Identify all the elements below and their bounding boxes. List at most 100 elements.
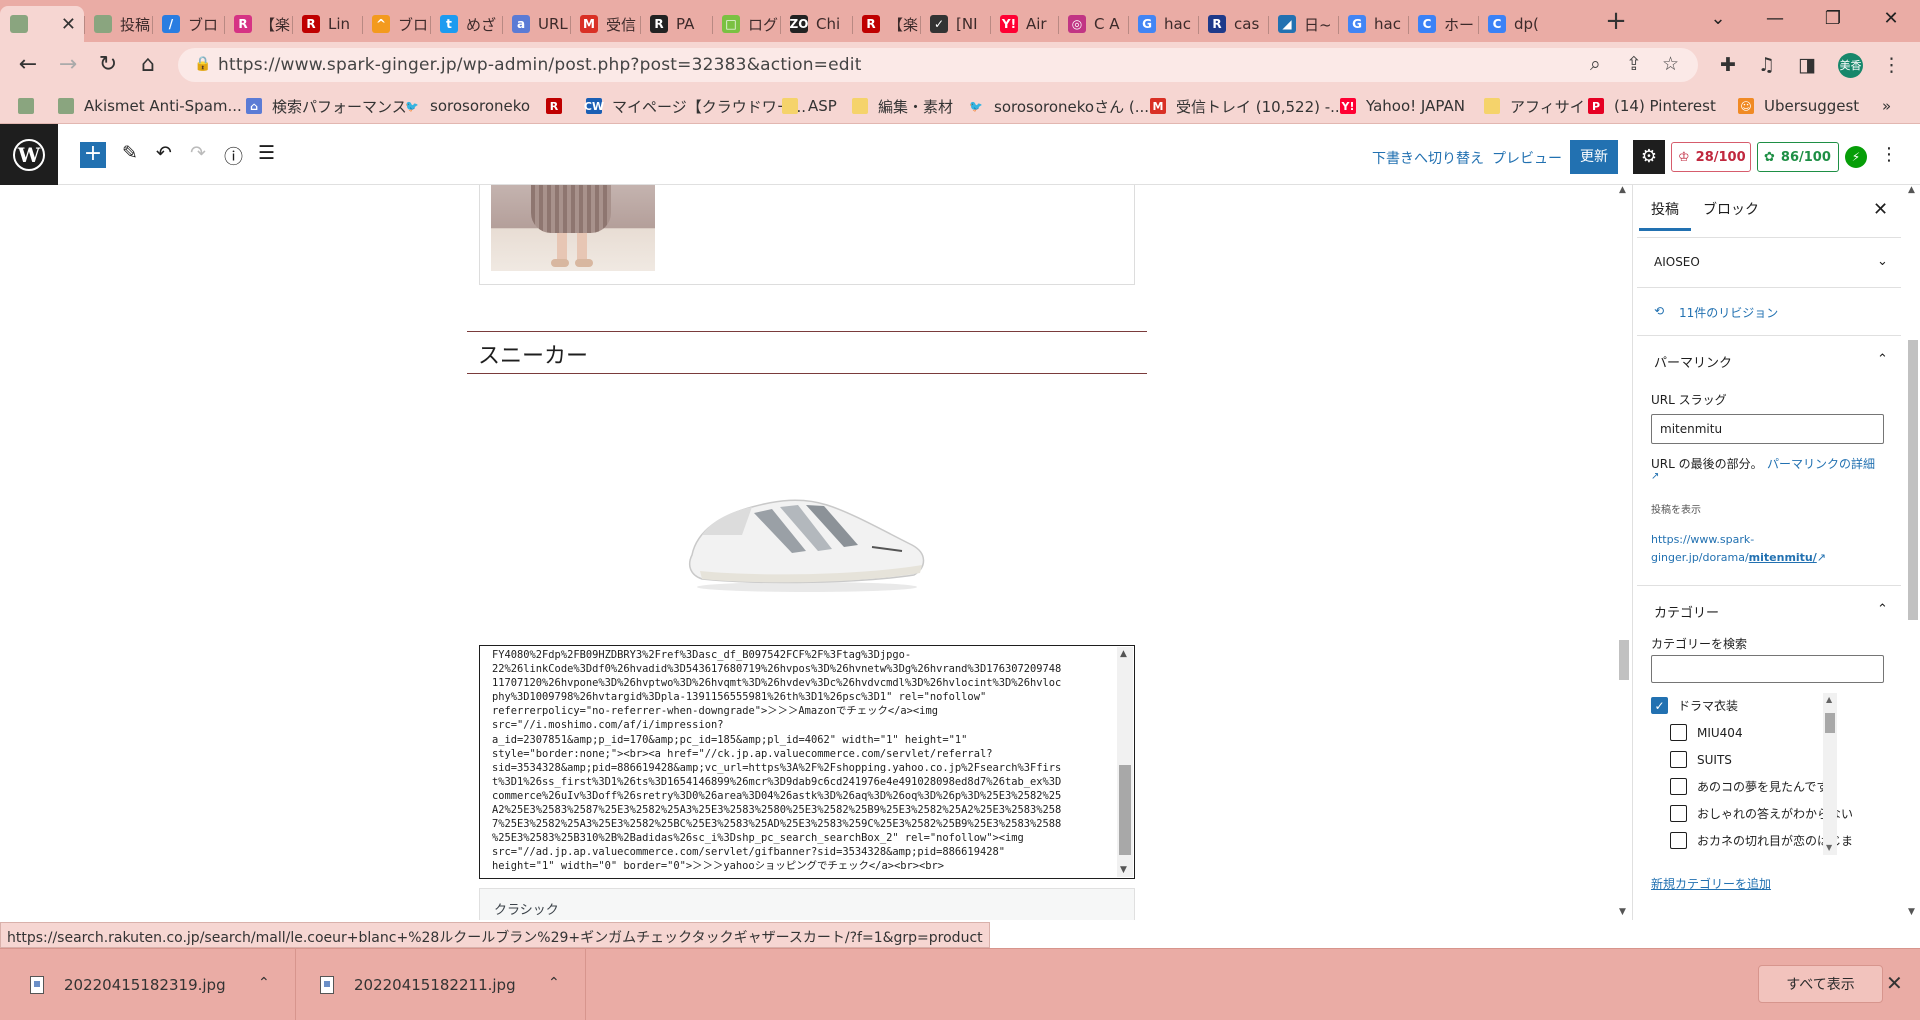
bookmark-item[interactable]: ☺ Ubersuggest bbox=[1738, 96, 1859, 116]
back-icon[interactable]: ← bbox=[14, 52, 42, 80]
bookmark-item[interactable]: 🐦 sorosoroneko bbox=[404, 96, 530, 116]
bookmark-item[interactable]: 編集・素材 bbox=[852, 96, 953, 116]
edit-tool-icon[interactable]: ✎ bbox=[122, 142, 138, 164]
browser-tab[interactable]: Ghac bbox=[1338, 6, 1408, 42]
more-bookmarks[interactable]: » bbox=[1882, 96, 1891, 116]
browser-tab[interactable]: t めざ bbox=[430, 6, 502, 42]
sneaker-image[interactable] bbox=[682, 475, 932, 595]
address-bar[interactable]: 🔒 https://www.spark-ginger.jp/wp-admin/p… bbox=[178, 48, 1698, 82]
html-code-text[interactable]: FY4080%2Fdp%2FB09HZDBRY3%2Fref%3Dasc_df_… bbox=[492, 648, 1104, 874]
bookmark-item[interactable]: ASP bbox=[782, 96, 837, 116]
redo-icon[interactable]: ↷ bbox=[190, 142, 206, 164]
category-checkbox[interactable] bbox=[1670, 832, 1687, 849]
chrome-menu-icon[interactable]: ⋮ bbox=[1882, 54, 1901, 76]
seo-score-badge[interactable]: ♔ 28/100 bbox=[1671, 142, 1751, 172]
tab-block[interactable]: ブロック bbox=[1703, 199, 1759, 219]
forward-icon[interactable]: → bbox=[54, 52, 82, 80]
media-control-icon[interactable]: ♫ bbox=[1758, 54, 1775, 76]
url-slug-input[interactable]: mitenmitu bbox=[1651, 414, 1884, 444]
browser-tab[interactable]: R Lin bbox=[292, 6, 362, 42]
browser-tab[interactable]: ◎ C A bbox=[1058, 6, 1128, 42]
close-icon[interactable]: ✕ bbox=[1873, 199, 1888, 220]
category-item[interactable]: ✓ ドラマ衣装 bbox=[1651, 697, 1738, 714]
side-panel-icon[interactable]: ◨ bbox=[1798, 54, 1816, 76]
category-title[interactable]: カテゴリー bbox=[1654, 602, 1719, 621]
chevron-up-icon[interactable]: ⌃ bbox=[258, 975, 270, 991]
wordpress-logo-icon[interactable]: W bbox=[0, 124, 58, 185]
browser-tab[interactable]: ◢ 日~ bbox=[1268, 6, 1338, 42]
category-search-input[interactable] bbox=[1651, 655, 1884, 683]
browser-tab[interactable]: R 【楽 bbox=[852, 6, 920, 42]
home-icon[interactable]: ⌂ bbox=[134, 52, 162, 80]
aioseo-panel[interactable]: AIOSEO ⌄ bbox=[1637, 237, 1901, 287]
browser-tab[interactable]: R 【楽 bbox=[224, 6, 292, 42]
permalink-details-link[interactable]: パーマリンクの詳細 bbox=[1767, 455, 1875, 472]
browser-tab[interactable]: C ホー bbox=[1408, 6, 1478, 42]
permalink-title[interactable]: パーマリンク bbox=[1654, 352, 1732, 371]
bookmark-item[interactable]: Akismet Anti-Spam... bbox=[58, 96, 242, 116]
code-scrollbar[interactable]: ▲ ▼ bbox=[1117, 647, 1133, 877]
jetpack-icon[interactable]: ⚡ bbox=[1845, 146, 1867, 168]
extensions-icon[interactable]: ✚ bbox=[1720, 54, 1736, 76]
minimize-button[interactable]: — bbox=[1752, 4, 1798, 34]
bookmark-item[interactable]: アフィサイト bbox=[1484, 96, 1600, 116]
category-checkbox[interactable] bbox=[1670, 778, 1687, 795]
bookmark-item[interactable]: P (14) Pinterest bbox=[1588, 96, 1716, 116]
browser-tab[interactable]: 投稿 bbox=[84, 6, 152, 42]
category-item[interactable]: あのコの夢を見たんです bbox=[1670, 778, 1828, 795]
window-close-button[interactable]: ✕ bbox=[1868, 4, 1914, 34]
preview-link[interactable]: プレビュー bbox=[1492, 148, 1562, 168]
switch-to-draft-link[interactable]: 下書きへ切り替え bbox=[1372, 148, 1484, 168]
bookmark-item[interactable]: 🐦 sorosoronekoさん (... bbox=[968, 96, 1149, 116]
details-info-icon[interactable]: ⓘ bbox=[224, 142, 243, 169]
options-menu-icon[interactable]: ⋮ bbox=[1880, 144, 1898, 165]
bookmark-item[interactable]: R bbox=[546, 96, 572, 116]
tab-search-icon[interactable]: ⌄ bbox=[1695, 4, 1741, 34]
show-all-downloads-button[interactable]: すべて表示 bbox=[1758, 965, 1883, 1003]
browser-tab[interactable]: a URL bbox=[502, 6, 570, 42]
browser-tab[interactable]: M 受信 bbox=[570, 6, 640, 42]
chevron-up-icon[interactable]: ⌃ bbox=[1877, 352, 1888, 367]
post-url-link-line2[interactable]: ginger.jp/dorama/mitenmitu/↗ bbox=[1651, 551, 1826, 564]
tab-close-icon[interactable]: ✕ bbox=[61, 14, 76, 35]
list-view-icon[interactable]: ☰ bbox=[258, 142, 275, 164]
classic-block-label[interactable]: クラシック bbox=[479, 888, 1135, 920]
update-button[interactable]: 更新 bbox=[1570, 140, 1618, 174]
sidebar-scrollbar[interactable]: ▲ ▼ bbox=[1905, 185, 1920, 920]
editor-scrollbar[interactable]: ▲ ▼ bbox=[1616, 185, 1632, 920]
category-item[interactable]: SUITS bbox=[1670, 751, 1732, 768]
profile-avatar[interactable]: 美香 bbox=[1838, 53, 1863, 78]
zoom-icon[interactable]: ⌕ bbox=[1590, 53, 1601, 75]
revisions-link[interactable]: 11件のリビジョン bbox=[1679, 304, 1778, 321]
reload-icon[interactable]: ↻ bbox=[94, 52, 122, 80]
product-card-block[interactable] bbox=[479, 185, 1135, 285]
browser-tab[interactable]: Rcas bbox=[1198, 6, 1268, 42]
browser-tab[interactable]: □ ログ bbox=[712, 6, 780, 42]
section-heading[interactable]: スニーカー bbox=[478, 338, 588, 370]
browser-tab[interactable]: Ghac bbox=[1128, 6, 1198, 42]
bookmark-item[interactable]: M 受信トレイ (10,522) -... bbox=[1150, 96, 1344, 116]
browser-tab[interactable]: ^ ブロ bbox=[362, 6, 430, 42]
browser-tab[interactable]: Y! Air bbox=[990, 6, 1058, 42]
tab-post[interactable]: 投稿 bbox=[1651, 199, 1679, 219]
browser-tab[interactable]: ✓ [NI bbox=[920, 6, 990, 42]
add-category-link[interactable]: 新規カテゴリーを追加 bbox=[1651, 875, 1771, 892]
chevron-up-icon[interactable]: ⌃ bbox=[548, 975, 560, 991]
bookmark-item[interactable]: ⌂ 検索パフォーマンス bbox=[246, 96, 407, 116]
category-checkbox[interactable]: ✓ bbox=[1651, 697, 1668, 714]
chevron-down-icon[interactable]: ⌄ bbox=[1877, 254, 1888, 269]
category-checkbox[interactable] bbox=[1670, 724, 1687, 741]
add-block-button[interactable]: + bbox=[80, 142, 106, 168]
bookmark-item[interactable]: Y! Yahoo! JAPAN bbox=[1340, 96, 1465, 116]
html-code-editor[interactable]: FY4080%2Fdp%2FB09HZDBRY3%2Fref%3Dasc_df_… bbox=[479, 645, 1135, 879]
revisions-panel[interactable]: ⟲ 11件のリビジョン bbox=[1637, 287, 1901, 335]
close-downloads-icon[interactable]: ✕ bbox=[1886, 971, 1903, 995]
readability-score-badge[interactable]: ✿ 86/100 bbox=[1757, 142, 1839, 172]
browser-tab[interactable]: / ブロ bbox=[152, 6, 224, 42]
category-item[interactable]: MIU404 bbox=[1670, 724, 1743, 741]
download-item[interactable]: 20220415182319.jpg ⌃ bbox=[0, 949, 296, 1020]
chevron-up-icon[interactable]: ⌃ bbox=[1877, 602, 1888, 617]
new-tab-button[interactable]: + bbox=[1600, 6, 1632, 38]
category-scrollbar[interactable]: ▲ ▼ bbox=[1823, 693, 1837, 855]
bookmark-item[interactable]: CW マイページ【クラウドワー... bbox=[584, 96, 806, 116]
